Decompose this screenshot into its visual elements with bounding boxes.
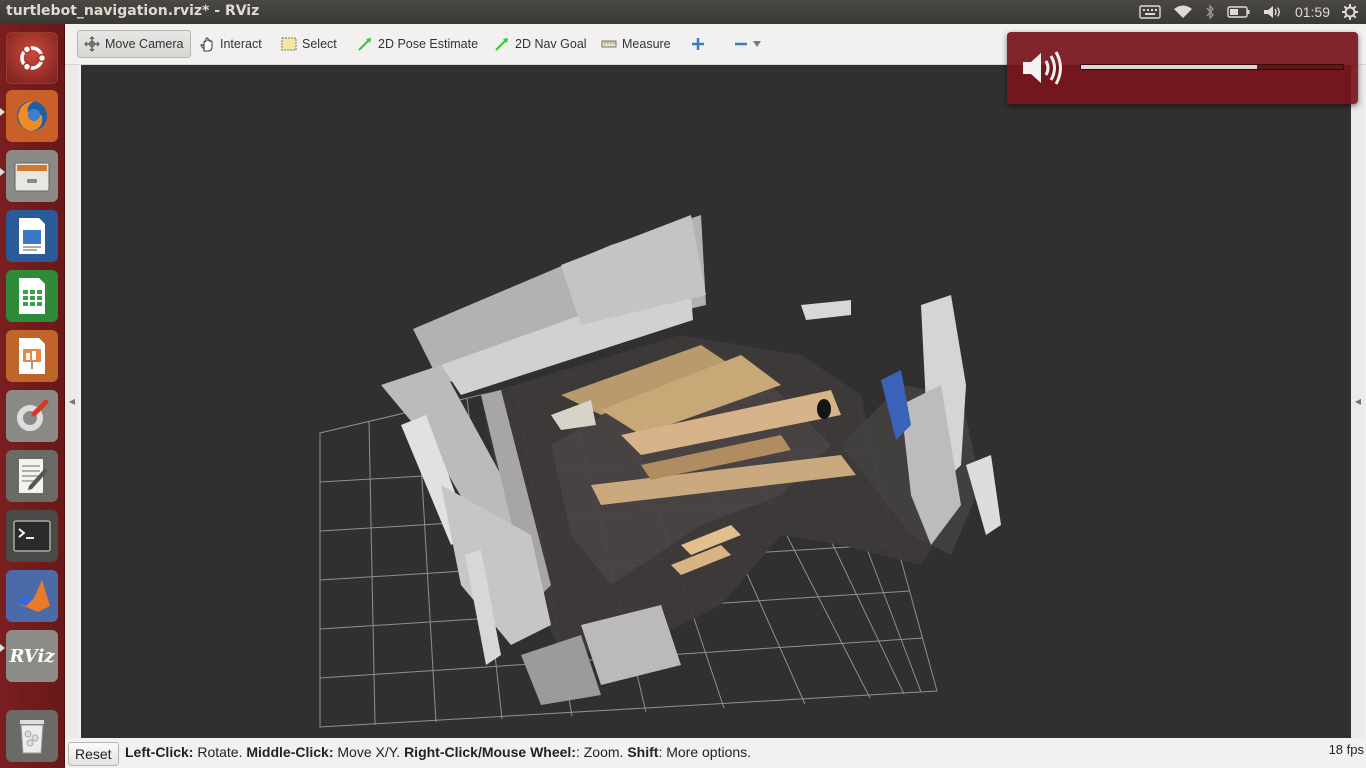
settings-icon[interactable] [6,390,58,442]
green-arrow-icon [358,38,371,51]
volume-level-bar [1080,64,1344,70]
running-indicator [0,168,5,176]
select-label: Select [302,37,337,51]
rviz-window: Move Camera Interact Select 2D Pose Esti… [65,24,1366,768]
gear-icon[interactable] [1342,4,1358,20]
measure-tool[interactable]: Measure [595,30,677,58]
system-tray: 01:59 [1139,0,1366,24]
chevron-down-icon [753,41,761,47]
add-tool-button[interactable] [685,30,711,58]
impress-icon[interactable] [6,330,58,382]
ubuntu-logo-icon[interactable] [6,32,58,84]
right-dock-handle[interactable]: ◀ [1351,65,1365,738]
unity-launcher: RViz [0,24,65,768]
interact-label: Interact [220,37,262,51]
hint-right-click: Right-Click/Mouse Wheel: [404,744,576,760]
hint-left-click: Left-Click: [125,744,194,760]
battery-icon[interactable] [1227,5,1251,19]
rviz-icon[interactable]: RViz [6,630,58,682]
speaker-icon [1023,51,1062,85]
ruler-icon [601,40,617,48]
wifi-icon[interactable] [1173,5,1193,19]
running-indicator [0,644,5,652]
writer-icon[interactable] [6,210,58,262]
bluetooth-icon[interactable] [1205,4,1215,20]
nav-goal-label: 2D Nav Goal [515,37,587,51]
pose-estimate-tool[interactable]: 2D Pose Estimate [351,30,484,58]
calc-icon[interactable] [6,270,58,322]
window-title: turtlebot_navigation.rviz* - RViz [6,3,260,19]
terminal-icon[interactable] [6,510,58,562]
minus-icon [735,42,747,46]
firefox-icon[interactable] [6,90,58,142]
reset-button[interactable]: Reset [68,742,119,766]
hint-zoom: : Zoom. [575,744,628,760]
measure-label: Measure [622,37,671,51]
hint-rotate: Rotate. [193,744,247,760]
pose-estimate-label: 2D Pose Estimate [378,37,479,51]
chevron-left-icon: ◀ [68,397,76,406]
status-bar: Reset Left-Click: Rotate. Middle-Click: … [65,738,1366,768]
rviz-label: RViz [9,645,55,667]
hint-more: : More options. [658,744,752,760]
green-arrow-icon [495,38,508,51]
hint-move: Move X/Y. [333,744,405,760]
clock[interactable]: 01:59 [1295,4,1330,20]
chevron-left-icon: ◀ [1354,397,1362,406]
point-cloud-scene [319,215,1001,728]
top-panel: turtlebot_navigation.rviz* - RViz 01:59 [0,0,1366,24]
hand-icon [200,37,213,52]
fps-readout: 18 fps [1328,742,1364,757]
volume-icon[interactable] [1263,5,1283,19]
running-indicator [0,108,5,116]
hint-shift: Shift [627,744,659,760]
file-manager-icon[interactable] [6,150,58,202]
select-icon [281,37,297,51]
keyboard-icon[interactable] [1139,5,1161,19]
left-dock-handle[interactable]: ◀ [65,65,79,738]
remove-tool-button[interactable] [728,30,767,58]
nav-goal-tool[interactable]: 2D Nav Goal [488,30,593,58]
render-viewport[interactable] [81,65,1351,738]
interact-tool[interactable]: Interact [193,30,268,58]
text-editor-icon[interactable] [6,450,58,502]
volume-level-fill [1081,65,1257,69]
mouse-hint: Left-Click: Rotate. Middle-Click: Move X… [125,744,751,760]
volume-notification [1007,32,1358,104]
move-camera-tool[interactable]: Move Camera [77,30,191,58]
move-camera-label: Move Camera [105,37,184,51]
matlab-icon[interactable] [6,570,58,622]
plus-icon [692,38,704,50]
trash-icon[interactable] [6,710,58,762]
move-camera-icon [84,36,100,52]
hint-middle-click: Middle-Click: [246,744,334,760]
select-tool[interactable]: Select [275,30,343,58]
dark-object-cloud [817,399,831,419]
